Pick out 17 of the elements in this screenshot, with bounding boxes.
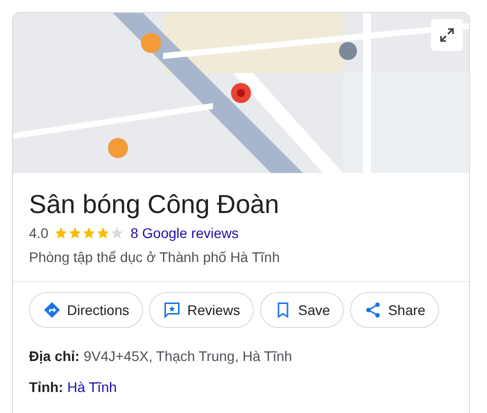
directions-button[interactable]: Directions bbox=[29, 292, 144, 328]
rating-value: 4.0 bbox=[29, 225, 48, 241]
save-button[interactable]: Save bbox=[260, 292, 344, 328]
review-icon bbox=[163, 301, 182, 319]
detail-link[interactable]: Hà Tĩnh bbox=[67, 379, 117, 395]
share-button[interactable]: Share bbox=[350, 292, 440, 328]
place-title: Sân bóng Công Đoàn bbox=[29, 188, 280, 221]
directions-icon bbox=[43, 301, 61, 319]
detail-value: 9V4J+45X, Thạch Trung, Hà Tĩnh bbox=[84, 348, 292, 364]
reviews-button[interactable]: Reviews bbox=[149, 292, 254, 328]
detail-label: Tỉnh: bbox=[29, 379, 64, 395]
category-text: Phòng tập thể dục ở Thành phố Hà Tĩnh bbox=[29, 249, 281, 265]
detail-label: Địa chỉ: bbox=[29, 348, 80, 364]
reviews-link[interactable]: 8 Google reviews bbox=[130, 225, 239, 241]
expand-icon bbox=[439, 27, 455, 43]
expand-button[interactable] bbox=[431, 19, 463, 51]
share-icon bbox=[364, 301, 382, 319]
